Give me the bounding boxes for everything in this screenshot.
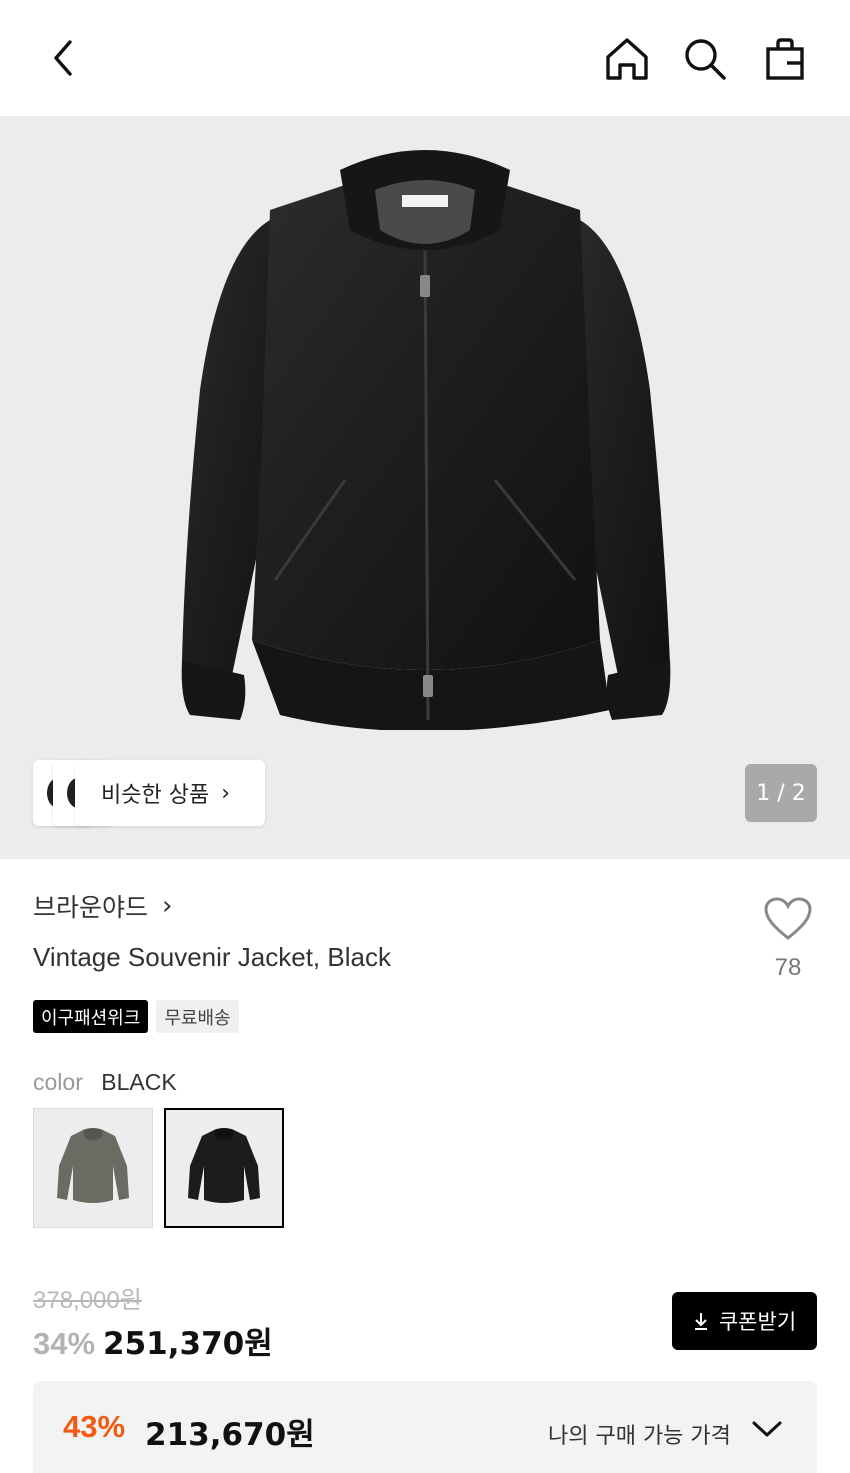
brand-name: 브라운야드 — [33, 893, 149, 922]
color-label: color — [33, 1069, 83, 1095]
like-count: 78 — [774, 954, 802, 981]
event-tag: 이구패션위크 — [33, 1000, 149, 1033]
color-value: BLACK — [101, 1069, 177, 1095]
download-icon — [694, 1313, 707, 1330]
product-image-gallery[interactable]: 비슷한 상품 › 1 / 2 — [0, 116, 850, 859]
chevron-down-icon — [752, 1421, 782, 1437]
search-icon[interactable] — [676, 30, 734, 88]
get-coupon-button[interactable]: 쿠폰받기 — [672, 1292, 817, 1350]
heart-icon — [764, 897, 812, 940]
color-swatch-khaki[interactable] — [33, 1108, 153, 1228]
product-tags: 이구패션위크 무료배송 — [33, 1000, 239, 1033]
brand-link[interactable]: 브라운야드 › — [33, 888, 172, 924]
my-price: 213,670원 — [145, 1417, 315, 1453]
coupon-label: 쿠폰받기 — [718, 1310, 797, 1334]
color-selector-label: color BLACK — [33, 1069, 177, 1096]
like-button[interactable]: 78 — [760, 896, 816, 982]
chevron-right-icon: › — [221, 780, 231, 806]
sale-price-line: 34% 251,370원 — [33, 1318, 273, 1363]
chevron-right-icon: › — [162, 891, 173, 921]
product-photo-black-jacket — [181, 150, 671, 730]
home-icon[interactable] — [598, 30, 656, 88]
my-price-panel[interactable]: 43% 213,670원 나의 구매 가능 가격 — [33, 1381, 817, 1473]
my-discount-percent: 43% — [63, 1409, 126, 1444]
shopping-bag-icon[interactable] — [756, 30, 814, 88]
free-shipping-tag: 무료배송 — [156, 1000, 239, 1033]
original-price: 378,000원 — [33, 1287, 142, 1314]
sale-price: 251,370원 — [103, 1326, 273, 1362]
top-navigation-bar — [0, 0, 850, 116]
product-title: Vintage Souvenir Jacket, Black — [33, 942, 391, 972]
color-swatch-black[interactable] — [164, 1108, 284, 1228]
image-pager-indicator: 1 / 2 — [745, 764, 817, 822]
back-icon[interactable] — [34, 30, 90, 86]
my-price-label: 나의 구매 가능 가격 — [548, 1424, 731, 1449]
similar-products-card[interactable]: 비슷한 상품 › — [75, 760, 265, 826]
similar-products-label: 비슷한 상품 — [101, 783, 210, 808]
discount-percent: 34% — [33, 1326, 96, 1361]
